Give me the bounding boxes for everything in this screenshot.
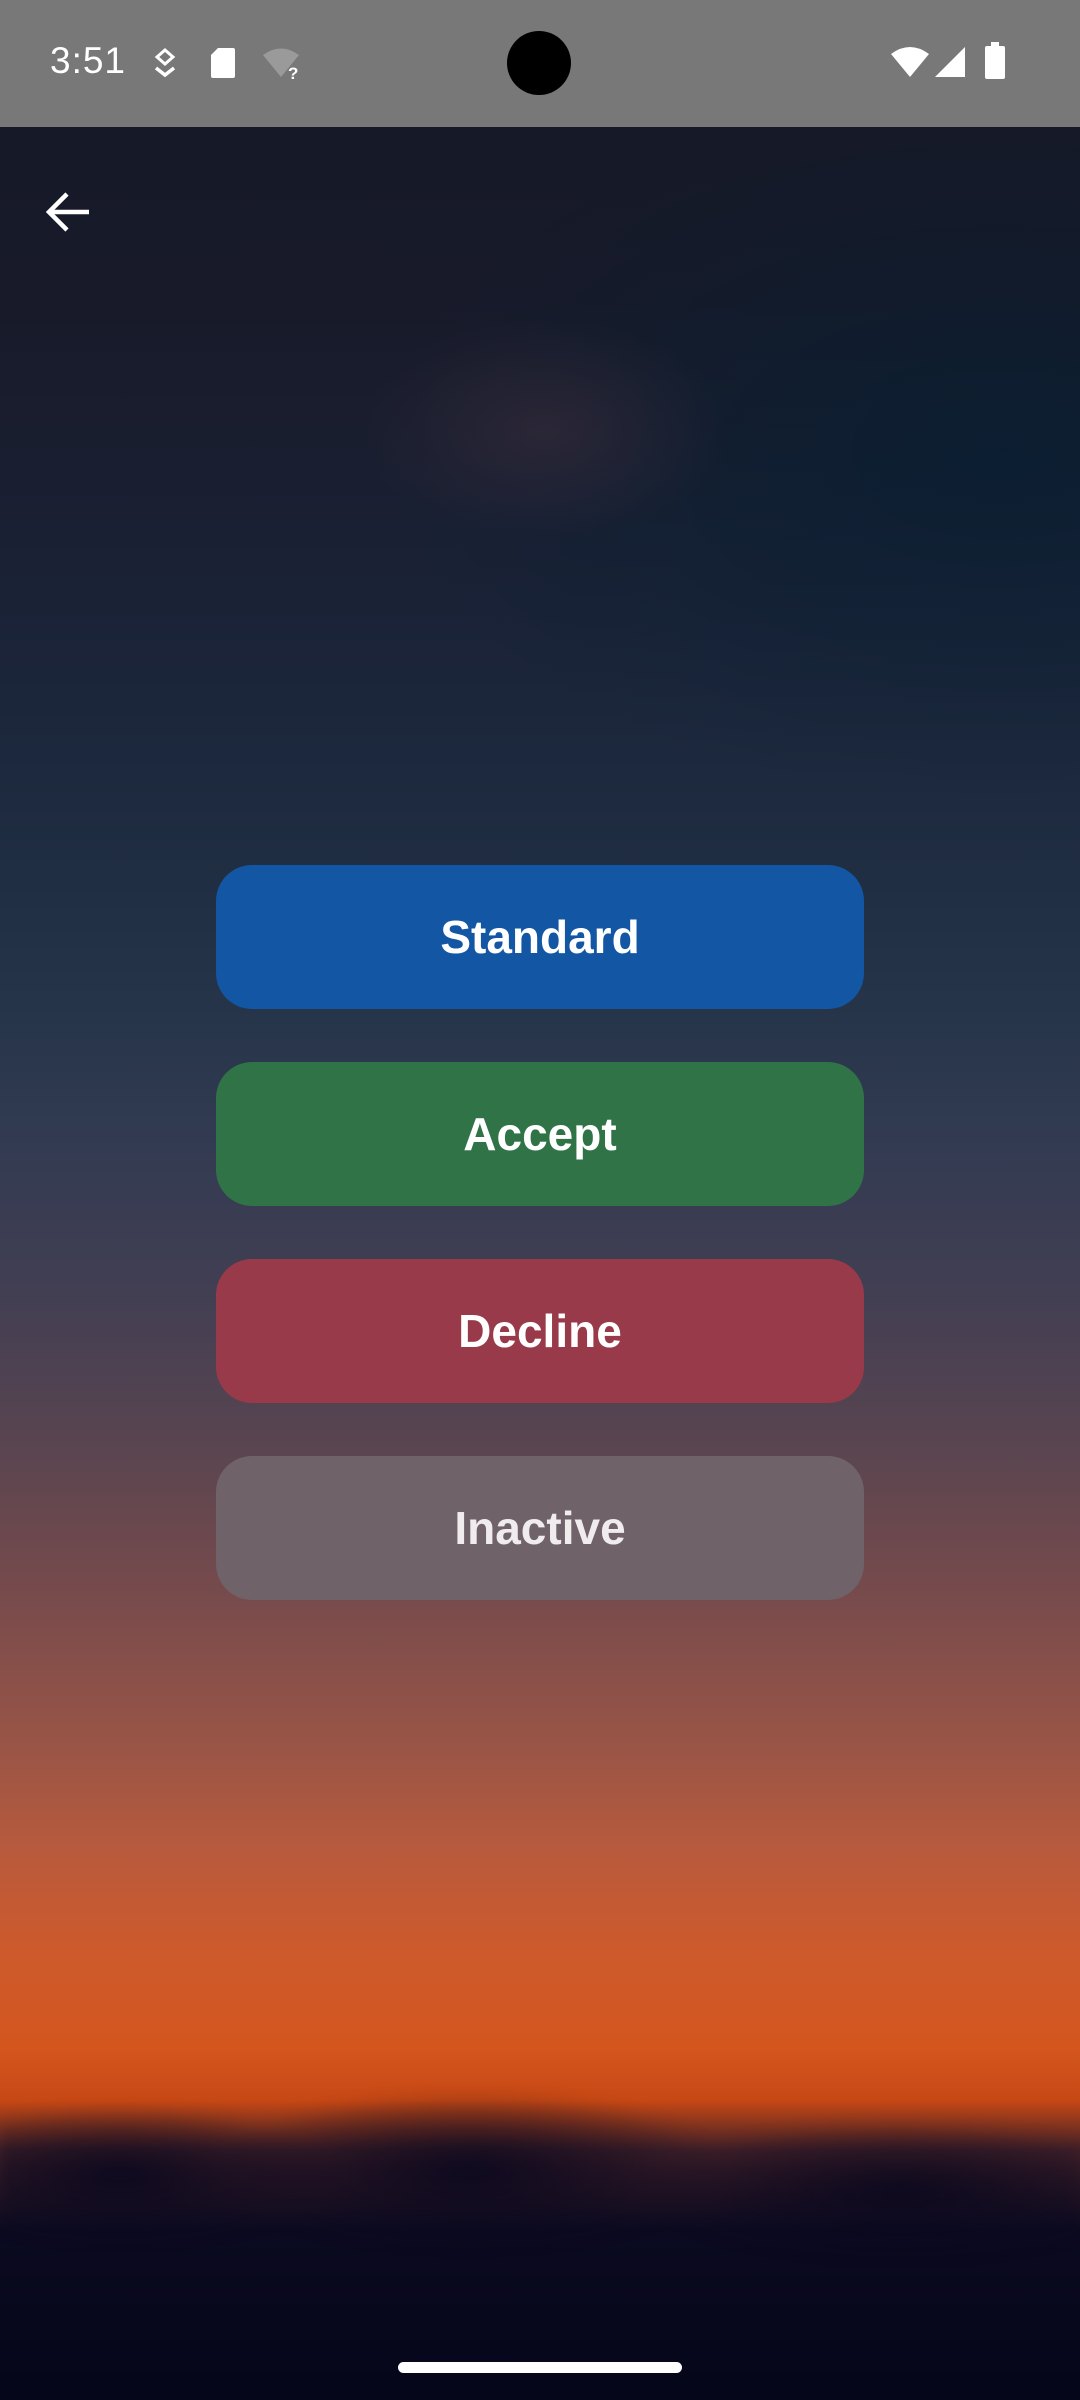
inactive-button-label: Inactive	[454, 1502, 626, 1554]
standard-button[interactable]: Standard	[216, 865, 864, 1009]
screen: 3:51 ? Standard Accept Decline Inactive	[0, 0, 1080, 2400]
standard-button-label: Standard	[440, 911, 640, 963]
status-bar: 3:51 ?	[0, 0, 1080, 127]
inactive-button: Inactive	[216, 1456, 864, 1600]
decline-button-label: Decline	[458, 1305, 622, 1357]
sd-card-icon	[210, 47, 236, 84]
accept-button[interactable]: Accept	[216, 1062, 864, 1206]
cellular-signal-icon	[934, 46, 966, 83]
gesture-nav-handle[interactable]	[398, 2362, 682, 2373]
download-icon	[152, 48, 178, 83]
status-time: 3:51	[50, 40, 127, 81]
decline-button[interactable]: Decline	[216, 1259, 864, 1403]
wifi-icon	[890, 46, 930, 83]
wifi-unknown-icon: ?	[262, 46, 302, 85]
svg-text:?: ?	[288, 64, 298, 80]
battery-icon	[984, 42, 1006, 85]
wallpaper-horizon	[0, 2080, 1080, 2260]
arrow-back-icon	[45, 191, 91, 238]
camera-cutout	[507, 31, 571, 95]
back-button[interactable]	[36, 182, 100, 246]
accept-button-label: Accept	[463, 1108, 617, 1160]
